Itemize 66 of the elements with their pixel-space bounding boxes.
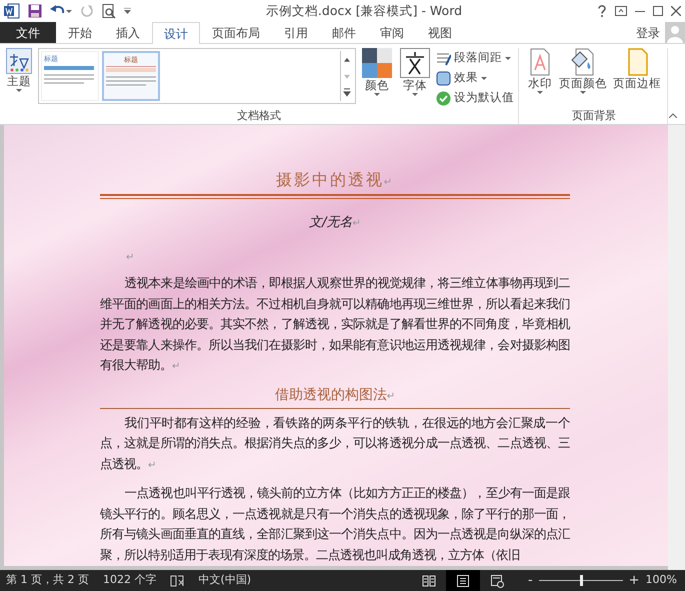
paragraph-mark: ↵ — [126, 252, 134, 263]
ribbon-tab[interactable]: 设计 — [152, 22, 200, 44]
print-preview-icon[interactable] — [102, 4, 116, 18]
colors-button[interactable]: 颜色 — [360, 48, 394, 108]
ribbon-tab[interactable]: 视图 — [416, 22, 464, 43]
proofing-book-icon[interactable] — [170, 574, 184, 586]
ribbon-tab[interactable]: 审阅 — [368, 22, 416, 43]
zoom-in-button[interactable]: + — [628, 574, 640, 587]
section-heading: 借助透视的构图法↵ — [100, 384, 570, 408]
fonts-button[interactable]: 字体 — [398, 48, 432, 108]
word-count[interactable]: 1022 个字 — [102, 572, 156, 589]
font-glyph-icon — [400, 48, 430, 78]
help-icon[interactable] — [597, 5, 607, 17]
vertical-scrollbar[interactable] — [668, 125, 685, 570]
ribbon-tab[interactable]: 插入 — [104, 22, 152, 43]
ribbon-tab[interactable]: 引用 — [272, 22, 320, 43]
paragraph-spacing-icon — [436, 50, 451, 66]
sign-in-link[interactable]: 登录 — [631, 22, 665, 43]
group-label: 页面背景 — [571, 108, 617, 124]
document-title: 摄影中的透视↵ — [274, 169, 396, 191]
zoom-slider-thumb[interactable] — [580, 575, 583, 586]
word-app-icon[interactable] — [4, 3, 20, 19]
body-paragraph: 一点透视也叫平行透视，镜头前的立方体（比如方方正正的楼盘），至少有一面是跟镜头平行的。顾名思义，一点透视就是只有一个消失点的透视现象，除了平行的那一面，所有与镜头画面垂直的直线，全部汇聚到这一个消失点中。因为一点透视是向纵深的点汇聚，所以特别适用于表现有深度的场景。二点透视也叫成角透视，立方体（依旧 — [100, 485, 570, 564]
page-borders-button[interactable]: 页面边框 — [611, 48, 663, 108]
group-label: 文档格式 — [236, 108, 282, 124]
text-lines-drawing — [44, 64, 94, 86]
language-status[interactable]: 中文(中国) — [198, 572, 252, 589]
page-count[interactable]: 第 1 页，共 2 页 — [6, 572, 89, 589]
maximize-icon[interactable] — [653, 6, 663, 16]
print-layout-icon[interactable] — [456, 574, 470, 588]
theme-button[interactable]: 主题 — [4, 48, 34, 108]
ribbon-tab[interactable]: 页面布局 — [200, 22, 272, 43]
ribbon-display-icon[interactable] — [615, 6, 627, 16]
rounded-square-icon — [436, 70, 451, 86]
ribbon-tab[interactable]: 开始 — [56, 22, 104, 43]
check-circle-icon — [436, 90, 451, 106]
body-paragraph: 我们平时都有这样的经验，看铁路的两条平行的铁轨，在很远的地方会汇聚成一个点，这就是所谓的消失点。根据消失点的多少，可以将透视分成一点透视、二点透视、三点透视。↵ — [100, 414, 570, 472]
watermark-button[interactable]: 水印 — [525, 48, 555, 108]
set-default-button[interactable]: 设为默认值 — [436, 88, 514, 108]
caret-icon — [412, 92, 418, 96]
page-color-button[interactable]: 页面颜色 — [557, 48, 609, 108]
paint-bucket-icon — [570, 48, 596, 76]
body-paragraph: 透视本来是绘画中的术语，即根据人观察世界的视觉规律，将三维立体事物再现到二维平面的画面上的相关方法。不过相机自身就可以精确地再现三维世界，所以看起来我们并无了解透视的必要。其实不然，了解透视，实际就是了解看世界的不同角度，毕竟相机还是要靠人来操作。所以当我们在摄影时，如果能有意识地运用透视规律，会对摄影构图有很大帮助。↵ — [100, 275, 570, 374]
caret-icon — [16, 88, 22, 92]
read-mode-icon[interactable] — [422, 574, 436, 588]
effects-button[interactable]: 效果 — [436, 68, 514, 88]
caret-icon — [537, 90, 543, 94]
ribbon-tab[interactable]: 邮件 — [320, 22, 368, 43]
customize-caret-icon[interactable] — [124, 8, 131, 14]
text-lines-drawing — [106, 66, 156, 88]
paragraph-spacing-button[interactable]: 段落间距 — [436, 48, 514, 68]
collapse-ribbon-icon[interactable] — [669, 113, 677, 118]
file-tab[interactable]: 文件 — [0, 22, 56, 43]
color-swatch-icon — [362, 48, 392, 78]
zoom-level[interactable]: 100% — [646, 572, 677, 589]
save-icon[interactable] — [28, 4, 42, 18]
caret-icon — [374, 92, 380, 96]
author-byline: 文/无名↵ — [308, 214, 362, 232]
caret-icon — [505, 56, 511, 60]
caret-icon — [481, 76, 487, 80]
caret-icon — [580, 90, 586, 94]
theme-icon — [6, 48, 32, 74]
zoom-out-button[interactable]: - — [528, 574, 533, 587]
window-title: 示例文档.docx [兼容模式] - Word — [264, 2, 464, 20]
close-icon[interactable] — [671, 6, 681, 16]
web-layout-icon[interactable] — [490, 574, 504, 588]
